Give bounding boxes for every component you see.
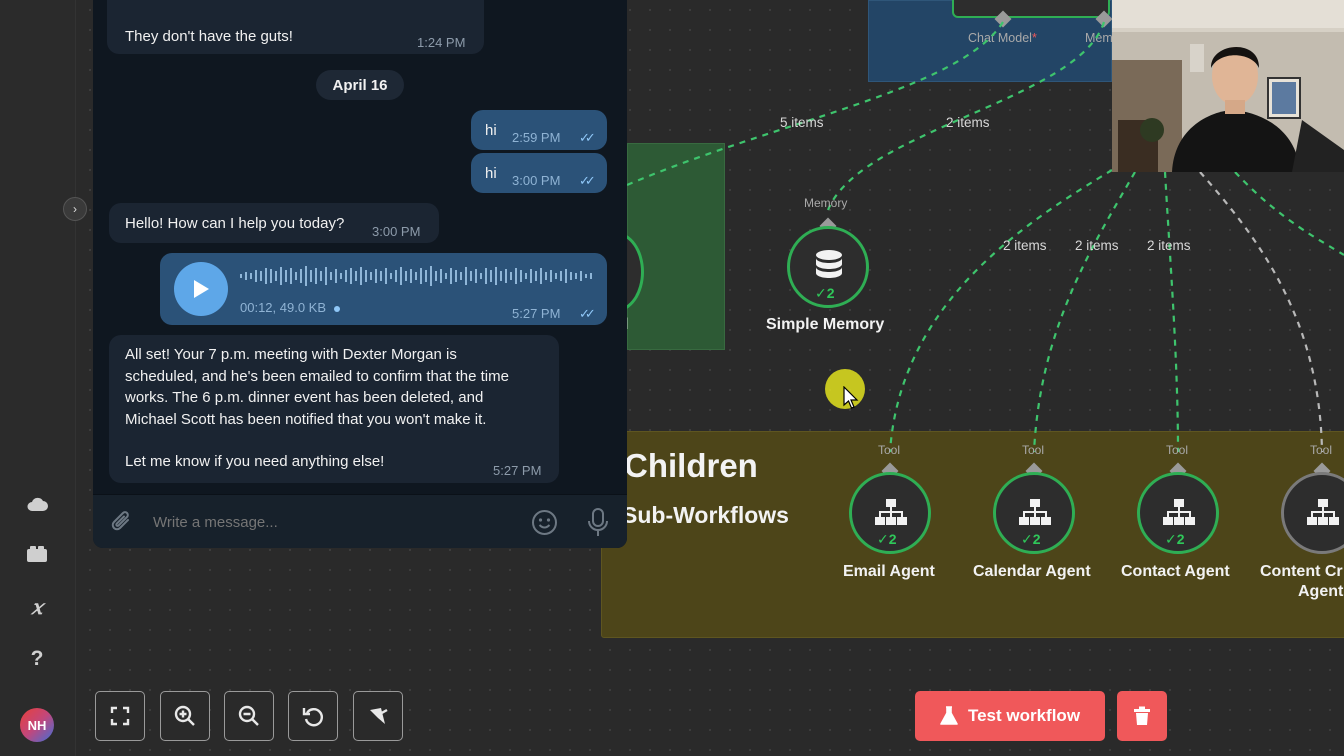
left-sidebar: 𝑥 ? NH	[0, 0, 76, 756]
presenter-video	[1112, 0, 1344, 172]
edge-far-right	[1234, 171, 1344, 256]
zoom-in-icon	[174, 705, 195, 726]
broom-icon	[370, 708, 388, 724]
unread-dot	[333, 305, 340, 312]
templates-icon[interactable]	[22, 540, 52, 570]
fit-view-button[interactable]	[95, 691, 145, 741]
sitemap-icon	[1163, 499, 1195, 525]
voice-message: 00:12, 49.0 KB 5:27 PM ✓✓	[160, 253, 607, 325]
tool-handle-label: Tool	[878, 443, 901, 457]
fullscreen-icon	[110, 706, 130, 726]
incoming-message: They don't have the guts! 1:24 PM	[107, 0, 484, 54]
incoming-message: Hello! How can I help you today? 3:00 PM	[109, 203, 439, 243]
test-workflow-button[interactable]: Test workflow	[915, 691, 1105, 741]
sitemap-icon	[1019, 499, 1051, 525]
chevron-right-icon: ›	[73, 202, 77, 216]
waveform	[240, 266, 592, 286]
variables-icon[interactable]: 𝑥	[22, 592, 52, 622]
edge-label: 2 items	[1075, 238, 1119, 253]
execution-count: ✓2	[815, 285, 835, 301]
double-check-icon: ✓✓	[579, 173, 596, 188]
reset-zoom-button[interactable]	[288, 691, 338, 741]
edge-chat-model	[626, 21, 1004, 187]
contact-agent-label: Contact Agent	[1121, 563, 1230, 580]
edge-label: 2 items	[1003, 238, 1047, 253]
message-input[interactable]	[153, 507, 513, 537]
calendar-agent-node[interactable]: ✓2	[993, 472, 1075, 554]
mouse-pointer-icon	[843, 386, 859, 409]
execution-count: ✓2	[877, 531, 897, 547]
edge-calendar-agent	[1032, 171, 1136, 453]
contact-agent-node[interactable]: ✓2	[1137, 472, 1219, 554]
play-button[interactable]	[174, 262, 228, 316]
tidy-up-button[interactable]	[353, 691, 403, 741]
telegram-chat-panel: They don't have the guts! 1:24 PM April …	[93, 0, 627, 548]
edge-label: 5 items	[780, 115, 824, 130]
edge-email-agent	[888, 169, 1113, 453]
edge-label: 2 items	[1147, 238, 1191, 253]
microphone-icon[interactable]	[586, 508, 610, 542]
sitemap-icon	[1307, 499, 1339, 525]
attach-icon[interactable]	[110, 509, 134, 540]
incoming-message: All set! Your 7 p.m. meeting with Dexter…	[109, 335, 559, 483]
edge-content-agent	[1199, 171, 1324, 453]
avatar[interactable]: NH	[20, 708, 54, 742]
cloud-icon[interactable]	[22, 489, 52, 519]
sidebar-expand-button[interactable]: ›	[63, 197, 87, 221]
simple-memory-node[interactable]: ✓2	[787, 226, 869, 308]
sitemap-icon	[875, 499, 907, 525]
execution-count: ✓2	[1165, 531, 1185, 547]
outgoing-message: hi 3:00 PM ✓✓	[471, 153, 607, 193]
content-agent-label: Content Cr Agent	[1260, 563, 1344, 600]
clear-execution-button[interactable]	[1117, 691, 1167, 741]
emoji-icon[interactable]	[531, 509, 558, 541]
zoom-out-button[interactable]	[224, 691, 274, 741]
date-separator: April 16	[316, 70, 404, 100]
email-agent-node[interactable]: ✓2	[849, 472, 931, 554]
zoom-in-button[interactable]	[160, 691, 210, 741]
tool-handle-label: Tool	[1310, 443, 1333, 457]
outgoing-message: hi 2:59 PM ✓✓	[471, 110, 607, 150]
tool-handle-label: Tool	[1022, 443, 1045, 457]
help-icon[interactable]: ?	[22, 644, 52, 674]
flask-icon	[940, 706, 958, 725]
zoom-out-icon	[238, 705, 259, 726]
webcam-overlay	[1112, 0, 1344, 172]
edge-contact-agent	[1163, 171, 1180, 453]
play-icon	[194, 280, 209, 298]
email-agent-label: Email Agent	[843, 563, 935, 580]
double-check-icon: ✓✓	[579, 130, 596, 145]
memory-handle-label: Memory	[804, 196, 848, 210]
undo-icon	[302, 708, 323, 727]
double-check-icon: ✓✓	[579, 306, 596, 321]
tool-handle-label: Tool	[1166, 443, 1189, 457]
message-composer	[93, 494, 627, 548]
simple-memory-label: Simple Memory	[766, 316, 885, 333]
voice-meta: 00:12, 49.0 KB	[240, 297, 340, 319]
edge-label: 2 items	[946, 115, 990, 130]
database-icon	[816, 250, 842, 278]
trash-icon	[1134, 706, 1150, 725]
test-workflow-label: Test workflow	[967, 706, 1081, 725]
execution-count: ✓2	[1021, 531, 1041, 547]
calendar-agent-label: Calendar Agent	[973, 563, 1091, 580]
